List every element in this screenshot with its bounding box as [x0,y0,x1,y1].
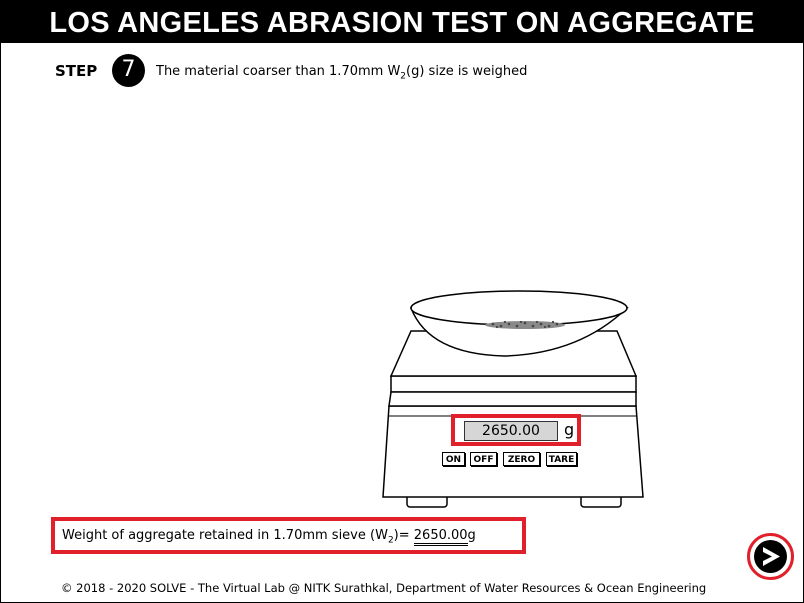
step-instruction: The material coarser than 1.70mm W2(g) s… [156,64,527,82]
bowl-rim [410,290,628,326]
result-label-before: Weight of aggregate retained in 1.70mm s… [62,528,388,543]
result-label-after: )= [393,528,414,543]
scale-top-band [390,375,637,393]
next-arrow-icon [754,540,787,573]
weighing-scale [382,290,644,508]
next-button[interactable] [747,533,794,580]
scale-zero-button[interactable]: ZERO [503,452,540,466]
scale-display: 2650.00 [464,421,558,441]
footer-credits: © 2018 - 2020 SOLVE - The Virtual Lab @ … [61,581,707,595]
scale-display-highlight: 2650.00 g [451,414,581,446]
scale-tare-button[interactable]: TARE [546,452,577,466]
scale-off-button[interactable]: OFF [470,452,497,466]
scale-on-button[interactable]: ON [442,452,465,466]
lab-frame: LOS ANGELES ABRASION TEST ON AGGREGATE S… [0,0,804,603]
step-text-before: The material coarser than 1.70mm W [156,64,401,79]
step-number-badge: 7 [112,54,145,87]
result-unit: g [467,528,476,543]
scale-unit: g [564,420,575,439]
result-box: Weight of aggregate retained in 1.70mm s… [51,517,526,554]
step-text-after: (g) size is weighed [406,64,528,79]
scale-neck [388,391,637,407]
page-title: LOS ANGELES ABRASION TEST ON AGGREGATE [1,1,803,43]
result-value: 2650.00 [413,528,468,546]
step-label: STEP [55,62,98,80]
